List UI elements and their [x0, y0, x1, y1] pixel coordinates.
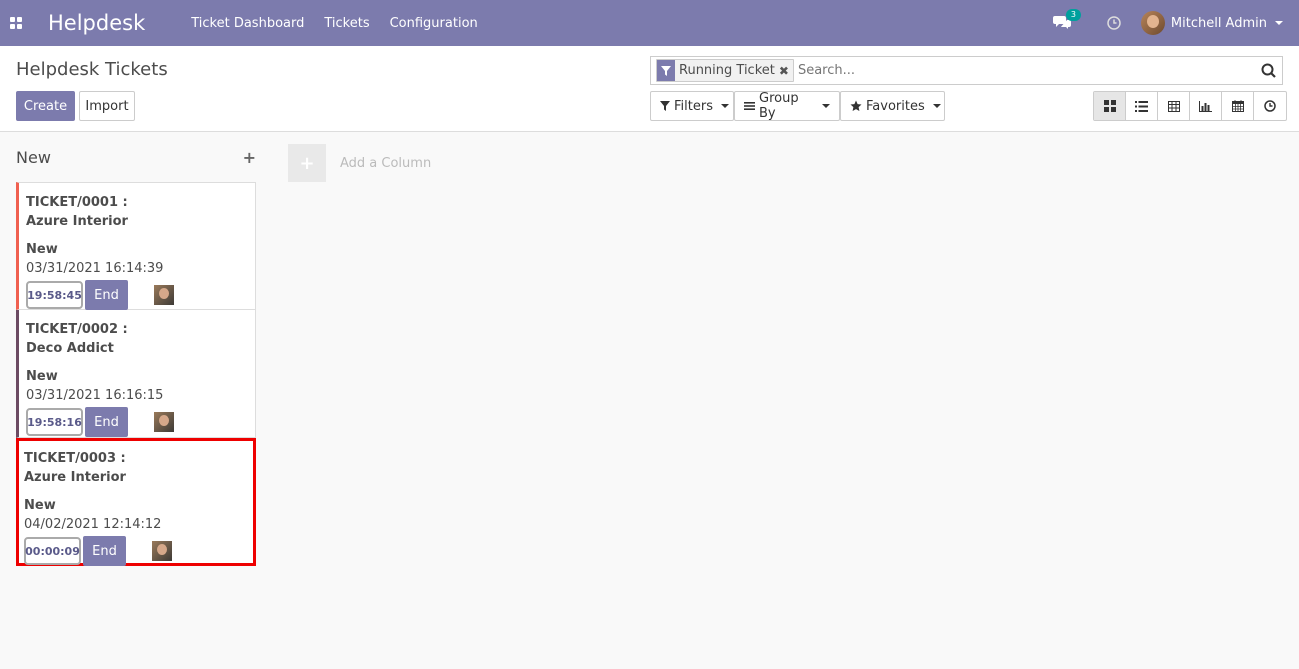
ticket-card[interactable]: TICKET/0002 : Deco Addict New 03/31/2021… — [16, 310, 256, 438]
groupby-label: Group By — [759, 91, 799, 121]
facet-label: Running Ticket — [679, 63, 775, 78]
ticket-ref: TICKET/0002 : — [26, 322, 128, 337]
filters-dropdown[interactable]: Filters — [650, 91, 734, 121]
chat-badge: 3 — [1065, 9, 1081, 21]
menu-ticket-dashboard[interactable]: Ticket Dashboard — [191, 16, 304, 31]
filter-icon — [660, 101, 670, 111]
ticket-date: 03/31/2021 16:16:15 — [26, 388, 164, 403]
groupby-dropdown[interactable]: Group By — [734, 91, 840, 121]
chat-icon[interactable]: 3 — [1052, 9, 1081, 31]
end-button[interactable]: End — [85, 407, 128, 437]
kanban-column-new: New + — [16, 140, 256, 174]
star-icon — [850, 100, 862, 112]
menu-configuration[interactable]: Configuration — [390, 16, 478, 31]
page-title: Helpdesk Tickets — [16, 59, 168, 80]
kanban-cards: TICKET/0001 : Azure Interior New 03/31/2… — [16, 182, 256, 566]
pivot-view-icon[interactable] — [1158, 92, 1190, 120]
top-navbar: Helpdesk Ticket Dashboard Tickets Config… — [0, 0, 1299, 46]
close-icon[interactable]: ✖ — [779, 64, 793, 78]
assignee-avatar — [154, 285, 174, 305]
bars-icon — [744, 101, 755, 111]
ticket-ref: TICKET/0003 : — [24, 451, 126, 466]
ticket-ref: TICKET/0001 : — [26, 195, 128, 210]
ticket-card[interactable]: TICKET/0001 : Azure Interior New 03/31/2… — [16, 182, 256, 310]
ticket-partner: Azure Interior — [24, 470, 126, 485]
kanban-view-icon[interactable] — [1094, 92, 1126, 120]
view-switcher — [1093, 91, 1287, 121]
plus-icon[interactable]: + — [288, 144, 326, 182]
search-facet: Running Ticket ✖ — [656, 59, 794, 82]
filter-icon — [657, 60, 675, 81]
favorites-label: Favorites — [866, 98, 925, 114]
search-input[interactable] — [797, 59, 1258, 82]
control-panel: Helpdesk Tickets Create Import Running T… — [0, 46, 1299, 132]
user-avatar[interactable] — [1140, 11, 1165, 35]
add-column[interactable]: + Add a Column — [288, 144, 431, 182]
graph-view-icon[interactable] — [1190, 92, 1222, 120]
activity-view-icon[interactable] — [1254, 92, 1286, 120]
ticket-timer: 19:58:16 — [26, 408, 83, 436]
ticket-partner: Azure Interior — [26, 214, 128, 229]
calendar-view-icon[interactable] — [1222, 92, 1254, 120]
ticket-timer: 19:58:45 — [26, 281, 83, 309]
list-view-icon[interactable] — [1126, 92, 1158, 120]
ticket-stage: New — [26, 242, 58, 257]
chevron-down-icon — [822, 104, 830, 108]
ticket-timer: 00:00:09 — [24, 537, 81, 565]
import-button[interactable]: Import — [79, 91, 135, 121]
menu-tickets[interactable]: Tickets — [324, 16, 369, 31]
assignee-avatar — [154, 412, 174, 432]
ticket-date: 04/02/2021 12:14:12 — [24, 517, 162, 532]
chevron-down-icon — [720, 104, 729, 108]
create-button[interactable]: Create — [16, 91, 75, 121]
chevron-down-icon — [932, 104, 941, 108]
user-name[interactable]: Mitchell Admin — [1171, 16, 1267, 31]
end-button[interactable]: End — [83, 536, 126, 566]
apps-menu-icon[interactable] — [0, 0, 32, 46]
ticket-stage: New — [26, 369, 58, 384]
app-brand[interactable]: Helpdesk — [48, 11, 145, 35]
end-button[interactable]: End — [85, 280, 128, 310]
column-header: New + — [16, 140, 256, 174]
column-title: New — [16, 147, 51, 167]
search-icon[interactable] — [1258, 61, 1278, 81]
chevron-down-icon[interactable] — [1275, 21, 1283, 25]
favorites-dropdown[interactable]: Favorites — [840, 91, 945, 121]
ticket-card-highlighted[interactable]: TICKET/0003 : Azure Interior New 04/02/2… — [16, 438, 256, 566]
add-card-icon[interactable]: + — [243, 148, 256, 167]
ticket-partner: Deco Addict — [26, 341, 114, 356]
ticket-date: 03/31/2021 16:14:39 — [26, 261, 164, 276]
search-bar: Running Ticket ✖ — [650, 56, 1283, 85]
add-column-label[interactable]: Add a Column — [340, 156, 431, 171]
ticket-stage: New — [24, 498, 56, 513]
activity-clock-icon[interactable] — [1107, 16, 1121, 30]
filters-label: Filters — [674, 98, 713, 114]
assignee-avatar — [152, 541, 172, 561]
